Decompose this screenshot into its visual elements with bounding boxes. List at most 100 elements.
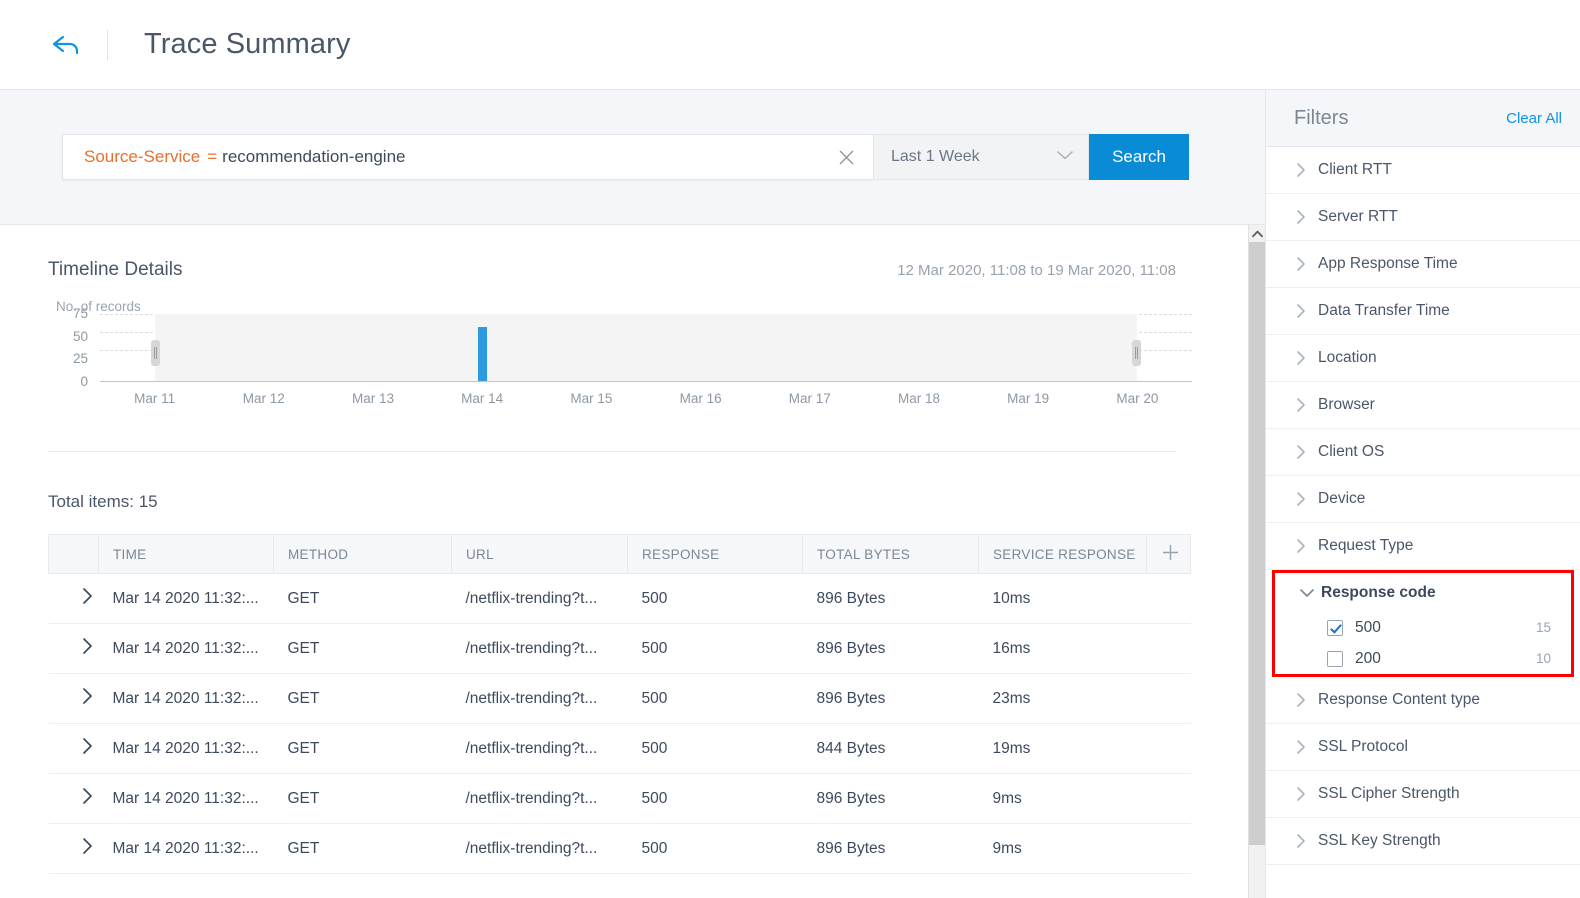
filter-item-response-code[interactable]: Response code <box>1275 573 1571 612</box>
column-header-service-response[interactable]: SERVICE RESPONSE <box>978 534 1147 574</box>
y-axis-tick: 50 <box>72 328 88 344</box>
add-column-button[interactable] <box>1146 534 1191 574</box>
filter-item-ssl-key-strength[interactable]: SSL Key Strength <box>1266 818 1580 865</box>
filter-item-browser[interactable]: Browser <box>1266 382 1580 429</box>
response-code-option-200[interactable]: 200 10 <box>1275 643 1571 674</box>
chevron-right-icon <box>1296 692 1318 708</box>
back-button[interactable] <box>45 24 87 66</box>
scrollbar-thumb[interactable] <box>1249 242 1265 845</box>
filter-item-data-transfer-time[interactable]: Data Transfer Time <box>1266 288 1580 335</box>
column-header-time[interactable]: TIME <box>98 534 274 574</box>
y-axis-tick: 0 <box>80 374 88 389</box>
filters-panel: Filters Clear All Client RTT Server RTT Ap… <box>1265 90 1580 898</box>
expand-row-cell[interactable] <box>48 673 99 724</box>
filter-item-location[interactable]: Location <box>1266 335 1580 382</box>
vertical-scrollbar[interactable] <box>1248 225 1265 898</box>
search-input[interactable]: Source-Service = recommendation-engine <box>62 134 874 180</box>
filters-header: Filters Clear All <box>1266 90 1580 147</box>
search-button[interactable]: Search <box>1089 134 1189 180</box>
clear-all-button[interactable]: Clear All <box>1506 110 1562 127</box>
row-spacer-cell <box>1146 723 1191 774</box>
brush-selection[interactable] <box>154 314 1138 381</box>
option-count: 10 <box>1535 651 1551 666</box>
expand-row-cell[interactable] <box>48 573 99 624</box>
column-header-response[interactable]: RESPONSE <box>627 534 803 574</box>
filter-item-client-os[interactable]: Client OS <box>1266 429 1580 476</box>
column-header-method[interactable]: METHOD <box>273 534 452 574</box>
filter-item-ssl-cipher-strength[interactable]: SSL Cipher Strength <box>1266 771 1580 818</box>
chevron-right-icon <box>1296 162 1318 178</box>
row-response: 500 <box>627 723 803 774</box>
row-response: 500 <box>627 673 803 724</box>
scroll-up-button[interactable] <box>1249 225 1265 242</box>
body-container: Source-Service = recommendation-engine L… <box>0 90 1580 898</box>
column-header-url[interactable]: URL <box>451 534 628 574</box>
filter-item-client-rtt[interactable]: Client RTT <box>1266 147 1580 194</box>
expand-row-cell[interactable] <box>48 823 99 874</box>
filter-item-label: Response Content type <box>1318 691 1480 708</box>
row-url: /netflix-trending?t... <box>451 723 628 774</box>
clear-search-button[interactable] <box>819 149 873 166</box>
table-row[interactable]: Mar 14 2020 11:32:... GET/netflix-trendin… <box>48 573 1191 624</box>
x-axis-tick: Mar 13 <box>351 391 395 406</box>
response-code-option-500[interactable]: 500 15 <box>1275 612 1571 643</box>
row-service-response: 19ms <box>978 723 1147 774</box>
chevron-right-icon[interactable] <box>82 837 93 860</box>
chevron-right-icon[interactable] <box>82 787 93 810</box>
row-time: Mar 14 2020 11:32:... <box>98 773 274 824</box>
brush-handle-left[interactable] <box>150 340 160 366</box>
checkbox-200[interactable] <box>1327 650 1343 667</box>
table-body: Mar 14 2020 11:32:... GET/netflix-trendin… <box>48 573 1191 874</box>
chart-plot-area[interactable] <box>100 314 1192 382</box>
chart-bar[interactable] <box>477 326 487 381</box>
x-axis-tick: Mar 17 <box>788 391 831 406</box>
table-row[interactable]: Mar 14 2020 11:32:... GET/netflix-trendin… <box>48 723 1191 774</box>
row-total-bytes: 896 Bytes <box>802 773 979 824</box>
search-controls: Source-Service = recommendation-engine L… <box>62 134 1189 180</box>
x-axis-tick: Mar 14 <box>461 391 504 406</box>
expand-row-cell[interactable] <box>48 623 99 674</box>
expand-row-cell[interactable] <box>48 773 99 824</box>
row-spacer-cell <box>1146 673 1191 724</box>
chevron-right-icon[interactable] <box>82 587 93 610</box>
filters-list: Client RTT Server RTT App Response Time Dat… <box>1266 147 1580 865</box>
filter-item-response-content-type[interactable]: Response Content type <box>1266 677 1580 724</box>
filter-item-app-response-time[interactable]: App Response Time <box>1266 241 1580 288</box>
table-row[interactable]: Mar 14 2020 11:32:... GET/netflix-trendin… <box>48 773 1191 824</box>
table-row[interactable]: Mar 14 2020 11:32:... GET/netflix-trendin… <box>48 623 1191 674</box>
brush-handle-right[interactable] <box>1132 340 1142 366</box>
filter-item-server-rtt[interactable]: Server RTT <box>1266 194 1580 241</box>
time-range-select[interactable]: Last 1 Week <box>874 134 1089 180</box>
column-header-total-bytes[interactable]: TOTAL BYTES <box>802 534 979 574</box>
query-operator: = <box>207 147 218 166</box>
table-row[interactable]: Mar 14 2020 11:32:... GET/netflix-trendin… <box>48 823 1191 874</box>
row-url: /netflix-trending?t... <box>451 773 628 824</box>
filter-item-label: Client RTT <box>1318 161 1392 178</box>
option-label: 500 <box>1355 618 1381 636</box>
chevron-right-icon[interactable] <box>82 637 93 660</box>
filter-item-ssl-protocol[interactable]: SSL Protocol <box>1266 724 1580 771</box>
filter-item-request-type[interactable]: Request Type <box>1266 523 1580 570</box>
option-count: 15 <box>1535 620 1551 635</box>
row-time: Mar 14 2020 11:32:... <box>98 823 274 874</box>
time-range-value: Last 1 Week <box>891 148 980 165</box>
y-axis-tick: 75 <box>72 306 88 321</box>
chevron-right-icon[interactable] <box>82 687 93 710</box>
filter-item-label: Data Transfer Time <box>1318 302 1450 319</box>
row-response: 500 <box>627 573 803 624</box>
row-service-response: 9ms <box>978 823 1147 874</box>
chevron-right-icon[interactable] <box>82 737 93 760</box>
header-divider <box>107 29 108 60</box>
table-header: TIME METHOD URL RESPONSE TOTAL BYTES SER… <box>48 534 1191 574</box>
timeline-chart[interactable]: No. of records 0 25 50 75 Mar 11 Mar 12 Mar 1… <box>48 299 1248 433</box>
row-service-response: 16ms <box>978 623 1147 674</box>
filter-item-label: SSL Cipher Strength <box>1318 785 1460 802</box>
table-row[interactable]: Mar 14 2020 11:32:... GET/netflix-trendin… <box>48 673 1191 724</box>
checkbox-500[interactable] <box>1327 619 1343 636</box>
row-time: Mar 14 2020 11:32:... <box>98 723 274 774</box>
x-axis-tick: Mar 15 <box>570 391 613 406</box>
filter-item-device[interactable]: Device <box>1266 476 1580 523</box>
x-axis-tick: Mar 12 <box>242 391 285 406</box>
filter-item-label: Response code <box>1321 583 1436 601</box>
expand-row-cell[interactable] <box>48 723 99 774</box>
